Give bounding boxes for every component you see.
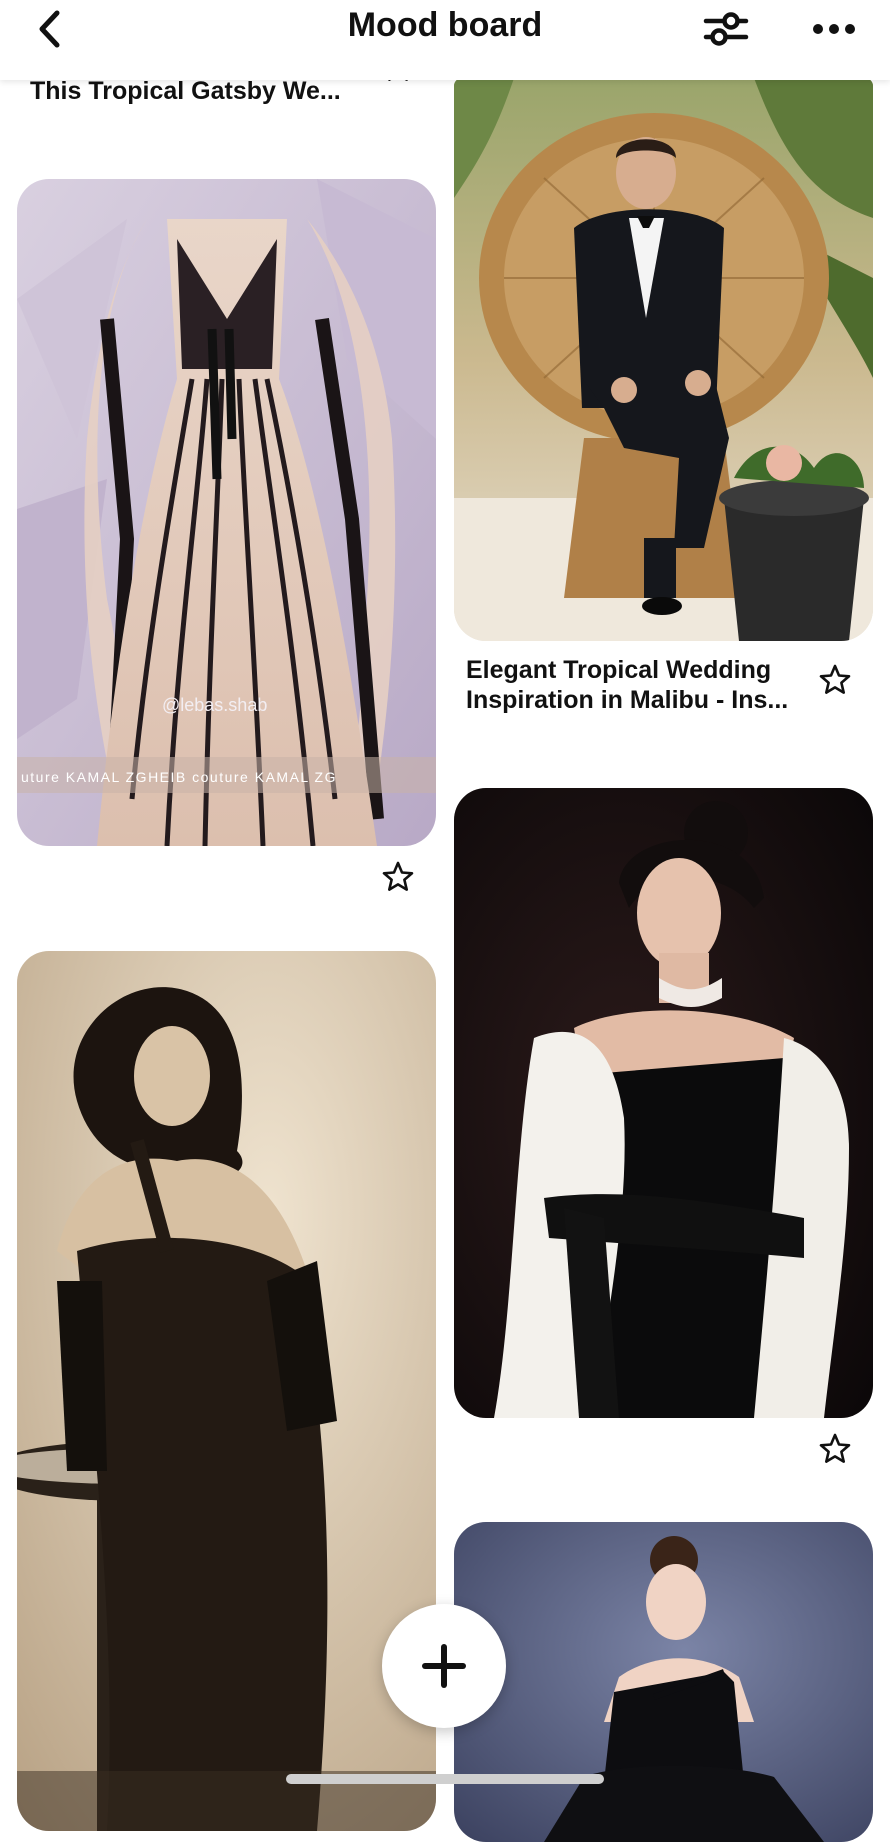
pin-image [454, 1522, 873, 1842]
add-pin-button[interactable] [382, 1604, 506, 1728]
caption-strip-text: uture KAMAL ZGHEIB couture KAMAL ZG [21, 769, 337, 785]
pin-title[interactable]: Elegant Tropical Wedding Inspiration in … [466, 655, 806, 715]
star-outline-icon[interactable] [381, 860, 415, 894]
sliders-icon [703, 12, 749, 46]
star-outline-icon[interactable] [818, 663, 852, 697]
pin-image [454, 78, 873, 641]
pin-image [454, 788, 873, 1418]
ellipsis-icon [813, 24, 855, 34]
filter-button[interactable] [696, 4, 756, 54]
pin-image-card[interactable] [17, 951, 436, 1831]
pin-image [17, 951, 436, 1831]
more-options-button[interactable] [804, 4, 864, 54]
pin-image-card[interactable]: @lebas.shab uture KAMAL ZGHEIB couture K… [17, 179, 436, 846]
pin-image-card[interactable] [454, 788, 873, 1418]
pin-image: @lebas.shab uture KAMAL ZGHEIB couture K… [17, 179, 436, 846]
pin-title[interactable]: This Tropical Gatsby We... [30, 76, 360, 106]
page-title: Mood board [347, 6, 543, 44]
top-bar: Mood board [0, 0, 890, 80]
pin-image-card[interactable] [454, 78, 873, 641]
plus-icon [422, 1644, 466, 1688]
star-outline-icon[interactable] [818, 1432, 852, 1466]
home-indicator [286, 1774, 604, 1784]
pin-image-card[interactable] [454, 1522, 873, 1842]
watermark-text: @lebas.shab [162, 695, 267, 715]
